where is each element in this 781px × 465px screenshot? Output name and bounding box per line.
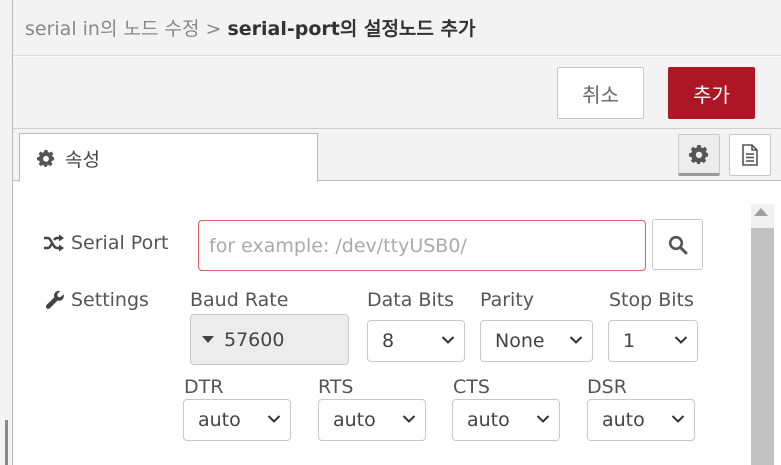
- breadcrumb-parent[interactable]: serial in의 노드 수정: [25, 18, 199, 40]
- serial-port-input[interactable]: [198, 220, 646, 271]
- serial-port-row-label: Serial Port: [43, 232, 168, 254]
- tray-toolbar: 취소 추가: [13, 57, 781, 129]
- breadcrumb-separator: >: [205, 18, 222, 40]
- caret-down-icon[interactable]: [202, 336, 214, 343]
- description-view-button[interactable]: [729, 134, 771, 176]
- cts-label: CTS: [453, 376, 490, 398]
- dsr-select[interactable]: auto: [587, 399, 695, 441]
- parity-value: None: [495, 330, 545, 352]
- chevron-down-icon: [674, 335, 688, 345]
- rts-value: auto: [333, 409, 376, 431]
- dtr-select[interactable]: auto: [183, 399, 291, 441]
- gear-icon: [37, 149, 55, 167]
- data-bits-value: 8: [382, 330, 395, 352]
- scroll-up-arrow-icon[interactable]: [754, 208, 768, 216]
- cts-value: auto: [467, 409, 510, 431]
- tray-header: serial in의 노드 수정 > serial-port의 설정노드 추가: [13, 0, 781, 56]
- serial-port-label: Serial Port: [71, 232, 169, 254]
- left-frame-marker: [5, 420, 8, 465]
- cancel-button[interactable]: 취소: [557, 67, 644, 119]
- data-bits-select[interactable]: 8: [367, 320, 465, 362]
- gear-icon: [689, 144, 709, 164]
- dtr-label: DTR: [184, 376, 224, 398]
- chevron-down-icon: [267, 414, 281, 424]
- document-icon: [741, 144, 759, 166]
- tab-properties[interactable]: 속성: [19, 133, 318, 182]
- parity-label: Parity: [480, 289, 535, 311]
- dtr-value: auto: [198, 409, 241, 431]
- tab-properties-label: 속성: [65, 148, 100, 171]
- baud-rate-label: Baud Rate: [190, 289, 289, 311]
- scrollbar-thumb[interactable]: [751, 228, 774, 465]
- baud-rate-field[interactable]: 57600: [190, 314, 349, 365]
- data-bits-label: Data Bits: [367, 289, 455, 311]
- dsr-value: auto: [602, 409, 645, 431]
- rts-label: RTS: [318, 376, 354, 398]
- left-frame-edge: [0, 0, 13, 465]
- properties-view-button[interactable]: [678, 134, 720, 176]
- settings-label: Settings: [71, 289, 149, 311]
- chevron-down-icon: [441, 335, 455, 345]
- cts-select[interactable]: auto: [452, 399, 560, 441]
- chevron-down-icon: [402, 414, 416, 424]
- search-icon: [668, 235, 688, 255]
- breadcrumb-current: serial-port의 설정노드 추가: [227, 18, 476, 40]
- baud-rate-value: 57600: [224, 328, 285, 351]
- rts-select[interactable]: auto: [318, 399, 426, 441]
- search-ports-button[interactable]: [652, 219, 703, 270]
- stop-bits-label: Stop Bits: [609, 289, 694, 311]
- settings-row-label: Settings: [45, 289, 149, 311]
- tab-bar: 속성: [13, 129, 781, 182]
- chevron-down-icon: [569, 335, 583, 345]
- wrench-icon: [45, 290, 65, 310]
- parity-select[interactable]: None: [480, 320, 593, 362]
- add-button[interactable]: 추가: [668, 67, 755, 119]
- chevron-down-icon: [536, 414, 550, 424]
- breadcrumb: serial in의 노드 수정 > serial-port의 설정노드 추가: [25, 14, 475, 41]
- chevron-down-icon: [671, 414, 685, 424]
- stop-bits-select[interactable]: 1: [608, 320, 698, 362]
- shuffle-icon: [43, 234, 65, 252]
- dsr-label: DSR: [587, 376, 627, 398]
- stop-bits-value: 1: [623, 330, 636, 352]
